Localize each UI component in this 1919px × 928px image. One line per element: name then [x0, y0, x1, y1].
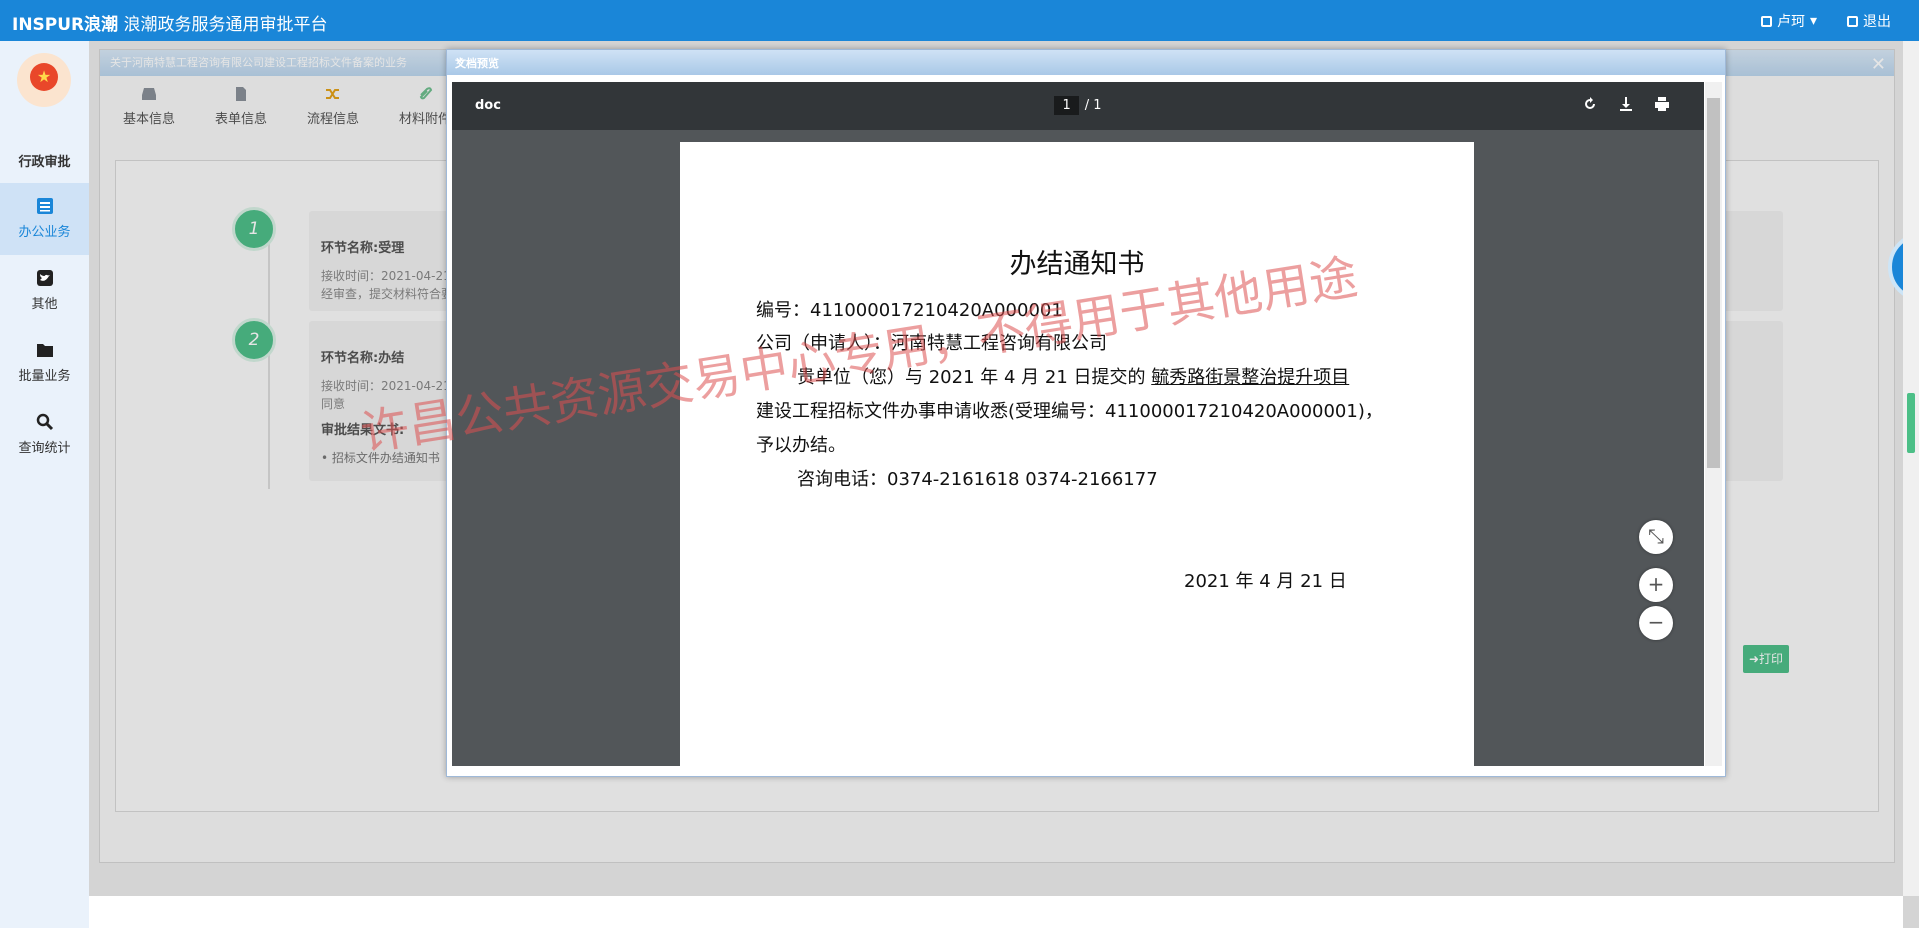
rotate-icon[interactable] [1582, 96, 1598, 112]
doc-date: 2021 年 4 月 21 日 [1184, 571, 1347, 592]
zoom-in-icon[interactable]: + [1639, 568, 1673, 602]
sidebar-item-label: 查询统计 [18, 441, 71, 456]
app-title: 浪潮政务服务通用审批平台 [123, 15, 328, 35]
sidebar-logo-text: 行政审批 [18, 155, 71, 170]
top-header: INSPUR浪潮 浪潮政务服务通用审批平台 卢珂 ▾ 退出 [0, 0, 1919, 41]
doc-project-name: 毓秀路街景整治提升项目 [1151, 367, 1350, 388]
logout-label: 退出 [1863, 14, 1891, 30]
pdf-tools [1582, 96, 1670, 112]
brand-logo-text: INSPUR浪潮 [12, 15, 119, 35]
twitter-icon [36, 270, 53, 286]
star-emblem-icon: ★ [30, 63, 58, 91]
user-icon [1760, 15, 1772, 27]
doc-phone: 咨询电话：0374-2161618 0374-2166177 [797, 469, 1158, 490]
doc-body-line3: 予以办结。 [756, 435, 846, 456]
logout-button[interactable]: 退出 [1847, 11, 1891, 31]
zoom-out-icon[interactable]: − [1639, 606, 1673, 640]
sidebar-item-office[interactable]: 办公业务 [0, 183, 89, 255]
app-logo: ★ [17, 53, 71, 107]
search-icon [36, 413, 53, 431]
scrollbar-thumb[interactable] [1907, 393, 1915, 453]
sidebar-item-batch[interactable]: 批量业务 [0, 327, 89, 399]
bottom-bar [89, 896, 1903, 928]
close-icon[interactable]: ✕ [455, 55, 1717, 68]
download-icon[interactable] [1618, 96, 1634, 112]
sidebar-item-label: 批量业务 [18, 369, 71, 384]
page-scrollbar[interactable] [1903, 41, 1919, 896]
page-number-input[interactable]: 1 [1054, 96, 1079, 115]
print-icon[interactable] [1654, 96, 1670, 112]
page-total: / 1 [1084, 98, 1102, 113]
user-menu[interactable]: 卢珂 ▾ [1760, 11, 1817, 31]
sidebar: ★ 行政审批 办公业务 其他 批量业务 查询统计 [0, 41, 89, 928]
sidebar-item-query[interactable]: 查询统计 [0, 399, 89, 471]
chevron-down-icon: ▾ [1809, 13, 1817, 29]
pdf-toolbar: doc 1/ 1 [452, 82, 1704, 130]
pdf-page: 办结通知书 编号：411000017210420A000001 公司（申请人）：… [680, 142, 1474, 766]
sidebar-item-other[interactable]: 其他 [0, 255, 89, 327]
modal-titlebar: 文档预览 ✕ [447, 50, 1725, 75]
viewer-scrollbar[interactable] [1705, 82, 1722, 766]
folder-icon [36, 344, 53, 357]
app-brand: INSPUR浪潮 浪潮政务服务通用审批平台 [12, 10, 328, 35]
list-icon [36, 198, 53, 214]
scrollbar-thumb[interactable] [1707, 98, 1720, 468]
user-controls: 卢珂 ▾ 退出 [1760, 11, 1891, 31]
logout-icon [1847, 15, 1858, 27]
sidebar-item-label: 其他 [31, 297, 58, 312]
doc-body-line2: 建设工程招标文件办事申请收悉(受理编号：411000017210420A0000… [756, 401, 1383, 422]
pdf-page-indicator: 1 / 1 [452, 96, 1704, 115]
sidebar-item-label: 办公业务 [18, 225, 71, 240]
fit-page-icon[interactable]: ⤡ [1639, 520, 1673, 554]
user-name: 卢珂 [1776, 14, 1805, 30]
pdf-viewer: doc 1/ 1 办结通知书 编号：411000017210420A000001… [452, 82, 1704, 766]
